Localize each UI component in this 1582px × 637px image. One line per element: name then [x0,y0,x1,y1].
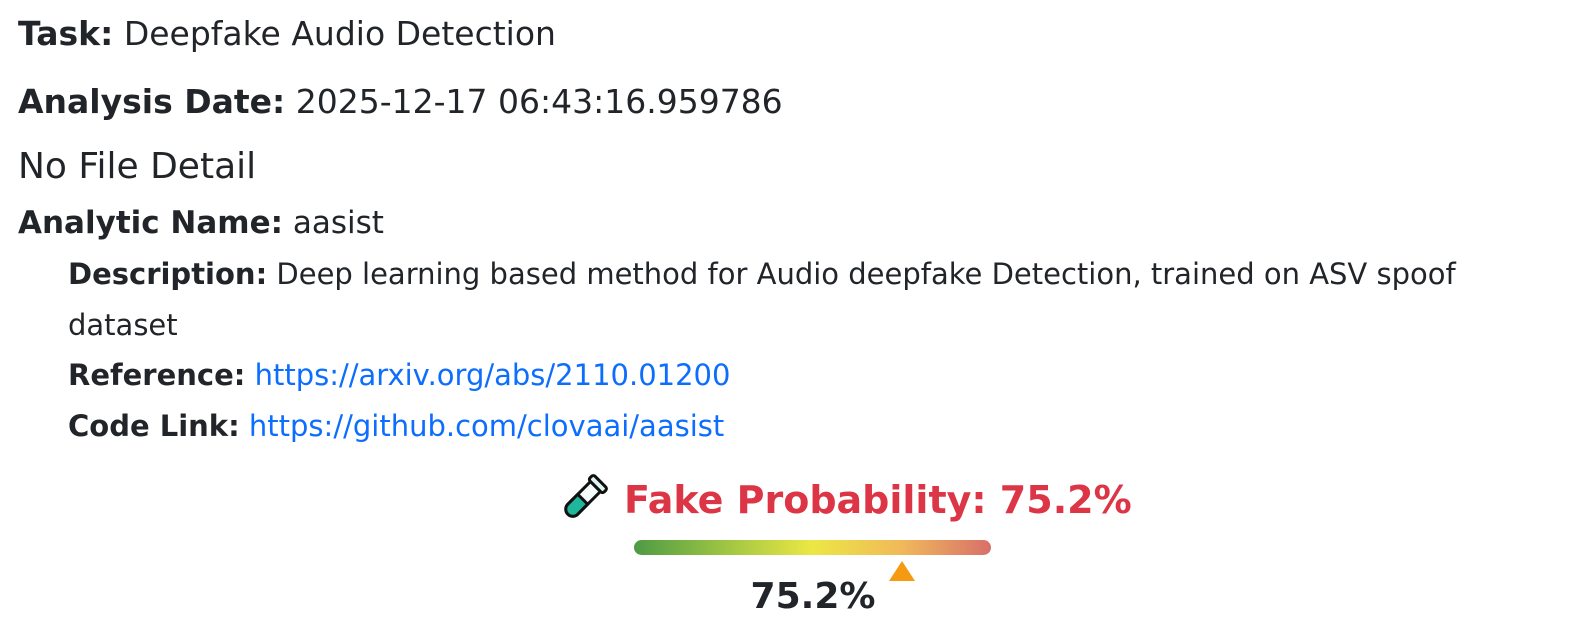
reference-row: Reference: https://arxiv.org/abs/2110.01… [68,350,1558,401]
task-row: Task: Deepfake Audio Detection [18,12,556,56]
probability-gauge-bar [634,540,991,555]
file-detail-heading: No File Detail [18,146,257,187]
analytic-name-value: aasist [292,205,384,241]
analytic-name-row: Analytic Name: aasist [18,201,384,245]
description-row: Description: Deep learning based method … [68,249,1558,351]
code-link-row: Code Link: https://github.com/clovaai/aa… [68,401,1558,452]
test-tube-icon [556,473,608,527]
description-text: Deep learning based method for Audio dee… [68,257,1456,342]
task-label: Task: [18,14,114,53]
description-label: Description: [68,257,268,291]
reference-link[interactable]: https://arxiv.org/abs/2110.01200 [255,358,731,392]
analysis-date-row: Analysis Date: 2025-12-17 06:43:16.95978… [18,80,783,124]
task-value: Deepfake Audio Detection [123,14,556,53]
code-link[interactable]: https://github.com/clovaai/aasist [249,409,724,443]
analysis-date-value: 2025-12-17 06:43:16.959786 [295,82,783,121]
analysis-date-label: Analysis Date: [18,82,286,121]
fake-probability-title: Fake Probability: 75.2% [624,478,1132,522]
fake-probability-heading: Fake Probability: 75.2% [556,472,1132,528]
analytic-name-label: Analytic Name: [18,205,284,241]
code-link-label: Code Link: [68,409,240,443]
reference-label: Reference: [68,358,246,392]
probability-value: 75.2% [750,576,876,617]
